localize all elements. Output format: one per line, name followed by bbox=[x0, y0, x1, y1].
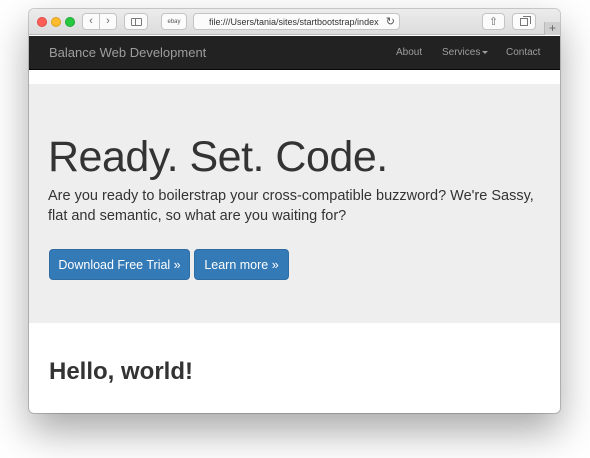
site-navbar: Balance Web Development About Services C… bbox=[29, 36, 560, 70]
jumbotron: Ready. Set. Code. Are you ready to boile… bbox=[29, 84, 560, 323]
nav-link-services[interactable]: Services bbox=[442, 47, 489, 58]
show-tabs-button[interactable] bbox=[512, 13, 536, 30]
browser-window: ‹ › ebay file:///Users/tania/sites/start… bbox=[29, 9, 560, 413]
minimize-window-button[interactable] bbox=[51, 17, 61, 27]
new-tab-button[interactable]: + bbox=[544, 22, 560, 35]
reload-icon[interactable]: ↻ bbox=[386, 15, 395, 28]
navbar-brand[interactable]: Balance Web Development bbox=[49, 45, 206, 60]
address-bar[interactable]: file:///Users/tania/sites/startbootstrap… bbox=[193, 13, 400, 30]
sidebar-icon bbox=[130, 17, 142, 26]
section-heading: Hello, world! bbox=[49, 358, 193, 385]
tabs-icon bbox=[520, 15, 531, 26]
url-text: file:///Users/tania/sites/startbootstrap… bbox=[209, 16, 379, 27]
browser-toolbar: ‹ › ebay file:///Users/tania/sites/start… bbox=[29, 9, 560, 35]
share-icon: ⇧ bbox=[488, 16, 499, 28]
close-window-button[interactable] bbox=[37, 17, 47, 27]
back-button[interactable]: ‹ bbox=[83, 14, 100, 29]
zoom-window-button[interactable] bbox=[65, 17, 75, 27]
nav-link-contact[interactable]: Contact bbox=[506, 47, 540, 58]
history-nav-group: ‹ › bbox=[82, 13, 117, 30]
hero-title: Ready. Set. Code. bbox=[48, 133, 388, 181]
favorite-ebay-button[interactable]: ebay bbox=[161, 13, 187, 30]
hero-lead: Are you ready to boilerstrap your cross-… bbox=[48, 188, 534, 224]
nav-link-services-label: Services bbox=[442, 47, 481, 58]
share-button[interactable]: ⇧ bbox=[482, 13, 505, 30]
nav-link-about[interactable]: About bbox=[396, 47, 422, 58]
learn-more-button[interactable]: Learn more » bbox=[194, 249, 289, 280]
caret-down-icon bbox=[482, 50, 489, 54]
download-trial-button[interactable]: Download Free Trial » bbox=[49, 249, 190, 280]
sidebar-toggle-button[interactable] bbox=[124, 13, 148, 30]
forward-button[interactable]: › bbox=[100, 14, 116, 29]
